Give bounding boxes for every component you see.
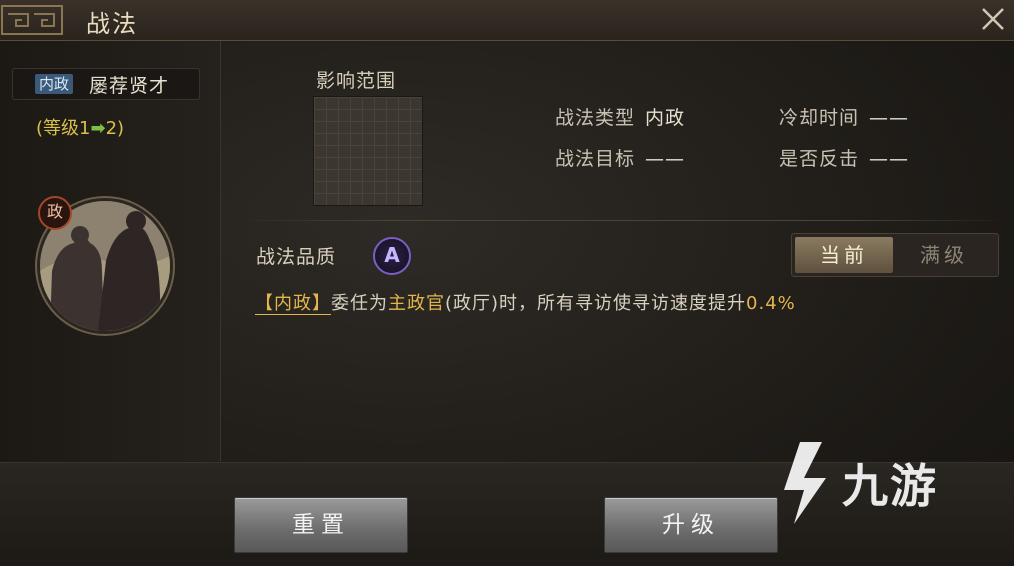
info-cooldown: 冷却时间 —— (779, 103, 909, 130)
tab-current[interactable]: 当前 (795, 237, 893, 273)
section-divider (232, 220, 1010, 221)
window-title: 战法 (86, 10, 138, 38)
level-change: (等级1➡2) (36, 114, 124, 140)
skill-type-value: 内政 (645, 107, 686, 129)
counter-key: 是否反击 (779, 148, 860, 170)
range-grid (313, 96, 423, 206)
portrait-category-badge: 政 (38, 196, 72, 230)
range-label: 影响范围 (316, 70, 397, 92)
skill-type-tag: 内政 (35, 74, 74, 94)
level-from: (等级1 (36, 118, 91, 139)
watermark-text: 九游 (842, 459, 938, 513)
title-bar: 战法 (0, 0, 1014, 41)
info-counter: 是否反击 —— (779, 144, 909, 171)
description-part1: 委任为 (331, 293, 388, 314)
cooldown-value: —— (869, 107, 910, 129)
level-to: 2) (105, 118, 125, 139)
quality-label: 战法品质 (256, 246, 337, 268)
quality-grade-badge: A (373, 237, 411, 275)
description-tag[interactable]: 【内政】 (255, 293, 331, 315)
skill-type-key: 战法类型 (555, 107, 636, 129)
target-value: —— (645, 148, 686, 170)
skill-summary-panel: 内政 屡荐贤才 (等级1➡2) 政 (0, 41, 221, 461)
info-target: 战法目标 —— (555, 144, 685, 171)
info-skill-type: 战法类型 内政 (555, 103, 685, 130)
dialog-frame: 战法 内政 屡荐贤才 (等级1➡2) 政 影响范围 战法类型 内政 冷却时间 —… (0, 0, 1014, 566)
description-highlight: 主政官 (388, 293, 445, 314)
level-tabs: 当前 满级 (791, 233, 999, 277)
skill-portrait: 政 (30, 191, 180, 341)
cooldown-key: 冷却时间 (779, 107, 860, 129)
watermark: 九游 (770, 432, 980, 532)
target-key: 战法目标 (555, 148, 636, 170)
title-ornament-icon (1, 5, 63, 35)
skill-name-box: 内政 屡荐贤才 (12, 68, 200, 100)
upgrade-button[interactable]: 升级 (604, 497, 778, 553)
jiuyou-logo-icon (784, 442, 826, 524)
level-arrow-icon: ➡ (90, 118, 106, 139)
counter-value: —— (869, 148, 910, 170)
tab-max-level[interactable]: 满级 (895, 237, 993, 273)
skill-name: 屡荐贤才 (89, 75, 170, 97)
reset-button[interactable]: 重置 (234, 497, 408, 553)
description-part2: (政厅)时，所有寻访使寻访速度提升 (445, 293, 747, 314)
skill-description: 【内政】委任为主政官(政厅)时，所有寻访使寻访速度提升0.4% (255, 289, 796, 315)
description-value: 0.4% (746, 293, 796, 314)
close-icon[interactable] (978, 4, 1008, 34)
